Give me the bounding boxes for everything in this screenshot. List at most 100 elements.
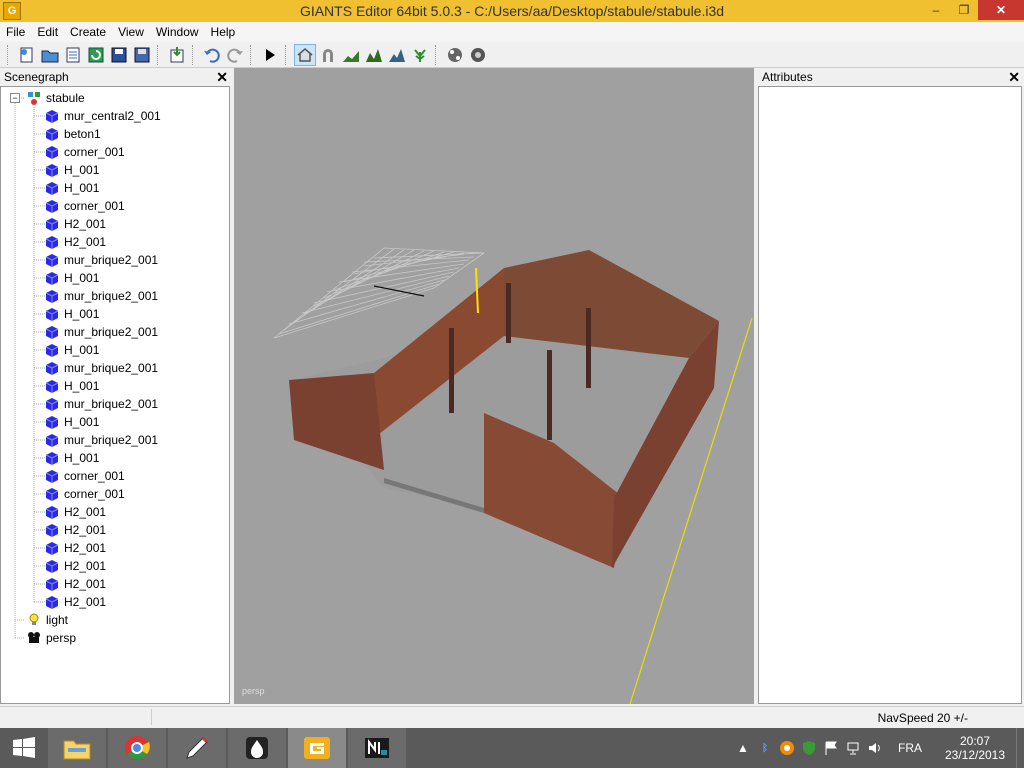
tree-item-shape[interactable]: corner_001 (45, 197, 125, 215)
menu-file[interactable]: File (0, 25, 31, 39)
play-icon[interactable] (259, 44, 281, 66)
collapse-toggle-icon[interactable]: − (10, 93, 20, 103)
tree-item-label: mur_brique2_001 (64, 361, 159, 375)
show-desktop-button[interactable] (1016, 728, 1024, 768)
taskbar-inkscape[interactable] (228, 728, 286, 768)
status-bar: NavSpeed 20 +/- (0, 706, 1024, 728)
save-icon[interactable] (108, 44, 130, 66)
tree-item-shape[interactable]: H2_001 (45, 233, 106, 251)
tree-item-shape[interactable]: mur_brique2_001 (45, 395, 158, 413)
tree-item-shape[interactable]: H_001 (45, 305, 99, 323)
bluetooth-icon[interactable]: ᛒ (754, 738, 776, 758)
scenegraph-tree[interactable]: − stabule mur_central2_001 beton1 corner_001… (0, 86, 230, 704)
tree-item-shape[interactable]: H2_001 (45, 503, 106, 521)
tree-item-shape[interactable]: corner_001 (45, 143, 125, 161)
home-view-icon[interactable] (294, 43, 316, 66)
tree-item-label: mur_brique2_001 (64, 289, 159, 303)
minimize-button[interactable]: – (922, 0, 950, 20)
tree-item-label: H2_001 (64, 217, 107, 231)
tree-item-shape[interactable]: mur_brique2_001 (45, 431, 158, 449)
tree-item-shape[interactable]: H2_001 (45, 557, 106, 575)
import-icon[interactable] (166, 44, 188, 66)
clock-date: 23/12/2013 (944, 748, 1006, 762)
tree-item-shape[interactable]: H2_001 (45, 215, 106, 233)
menu-edit[interactable]: Edit (31, 25, 64, 39)
attributes-close-icon[interactable]: ✕ (1008, 69, 1020, 86)
tree-item-camera[interactable]: persp (27, 629, 76, 647)
avast-icon[interactable] (776, 738, 798, 758)
taskbar-explorer[interactable] (48, 728, 106, 768)
language-indicator[interactable]: FRA (898, 741, 922, 755)
save-as-icon[interactable] (131, 44, 153, 66)
cube-icon (45, 542, 59, 555)
tree-item-shape[interactable]: H_001 (45, 161, 99, 179)
attributes-panel[interactable] (758, 86, 1022, 704)
start-button[interactable] (0, 728, 48, 768)
volume-icon[interactable] (864, 738, 886, 758)
tree-item-shape[interactable]: H2_001 (45, 593, 106, 611)
terrain-sculpt-icon[interactable] (363, 44, 385, 66)
toolbar-separator (250, 44, 256, 65)
menu-bar: File Edit Create View Window Help (0, 22, 1024, 42)
security-shield-icon[interactable] (798, 738, 820, 758)
open-folder-icon[interactable] (39, 44, 61, 66)
undo-icon[interactable] (201, 44, 223, 66)
action-center-flag-icon[interactable] (820, 738, 842, 758)
tree-item-shape[interactable]: H2_001 (45, 521, 106, 539)
maximize-button[interactable]: ❐ (950, 0, 978, 20)
show-hidden-icons-icon[interactable]: ▲ (732, 738, 754, 758)
giants-app-icon[interactable]: G (3, 2, 21, 20)
tree-item-shape[interactable]: mur_central2_001 (45, 107, 161, 125)
tree-item-shape[interactable]: mur_brique2_001 (45, 359, 158, 377)
particle-icon[interactable] (444, 44, 466, 66)
clock[interactable]: 20:07 23/12/2013 (940, 734, 1010, 762)
cube-icon (45, 182, 59, 195)
tree-root-stabule[interactable]: − stabule (10, 89, 85, 107)
menu-window[interactable]: Window (150, 25, 205, 39)
new-scene-icon[interactable] (16, 44, 38, 66)
taskbar-giants-editor[interactable] (288, 728, 346, 768)
terrain-paint-icon[interactable] (340, 44, 362, 66)
document-icon[interactable] (62, 44, 84, 66)
tree-item-label: H_001 (64, 379, 100, 393)
3d-viewport[interactable]: persp (234, 68, 754, 705)
magnet-icon[interactable] (317, 44, 339, 66)
menu-create[interactable]: Create (64, 25, 112, 39)
cube-icon (45, 398, 59, 411)
menu-help[interactable]: Help (205, 25, 242, 39)
tree-item-shape[interactable]: corner_001 (45, 485, 125, 503)
refresh-icon[interactable] (85, 44, 107, 66)
taskbar-chrome[interactable] (108, 728, 166, 768)
tree-item-shape[interactable]: beton1 (45, 125, 101, 143)
menu-view[interactable]: View (112, 25, 150, 39)
tree-item-shape[interactable]: H_001 (45, 341, 99, 359)
taskbar-nvidia-app[interactable] (348, 728, 406, 768)
tree-item-light[interactable]: light (27, 611, 68, 629)
tree-item-shape[interactable]: H_001 (45, 377, 99, 395)
tree-item-shape[interactable]: H_001 (45, 449, 99, 467)
taskbar-paint-app[interactable] (168, 728, 226, 768)
cube-icon (45, 236, 59, 249)
cube-icon (45, 560, 59, 573)
tree-item-shape[interactable]: H_001 (45, 413, 99, 431)
cube-icon (45, 146, 59, 159)
tree-item-shape[interactable]: mur_brique2_001 (45, 251, 158, 269)
redo-icon[interactable] (224, 44, 246, 66)
tree-item-shape[interactable]: H2_001 (45, 539, 106, 557)
audio-icon[interactable] (467, 44, 489, 66)
tree-item-shape[interactable]: H2_001 (45, 575, 106, 593)
terrain-texture-icon[interactable] (386, 44, 408, 66)
toolbar-separator (192, 44, 198, 65)
network-icon[interactable] (842, 738, 864, 758)
tree-item-shape[interactable]: mur_brique2_001 (45, 323, 158, 341)
cube-icon (45, 218, 59, 231)
tree-item-shape[interactable]: corner_001 (45, 467, 125, 485)
tree-item-shape[interactable]: H_001 (45, 179, 99, 197)
tree-item-shape[interactable]: mur_brique2_001 (45, 287, 158, 305)
tree-item-shape[interactable]: H_001 (45, 269, 99, 287)
foliage-icon[interactable] (409, 44, 431, 66)
close-button[interactable]: ✕ (978, 0, 1024, 20)
scenegraph-close-icon[interactable]: ✕ (216, 69, 228, 86)
tree-item-label: corner_001 (64, 487, 125, 501)
cube-icon (45, 452, 59, 465)
